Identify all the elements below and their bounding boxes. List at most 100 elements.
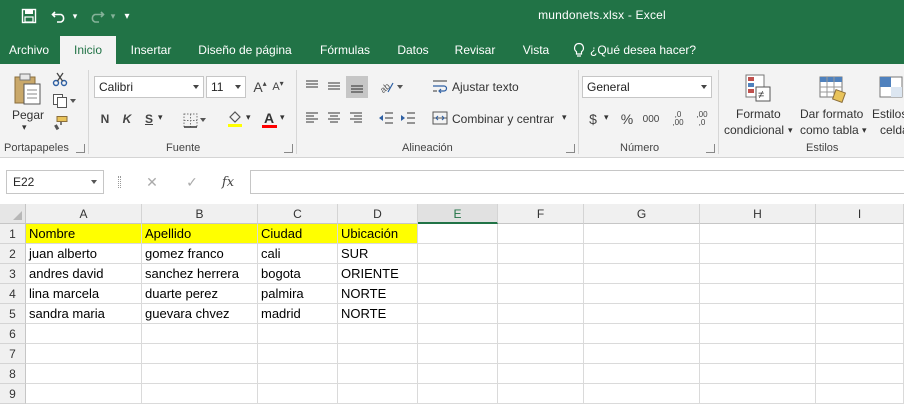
bold-button[interactable]: N — [96, 108, 114, 130]
tab-diseno-pagina[interactable]: Diseño de página — [188, 36, 302, 64]
table-cell[interactable]: ORIENTE — [338, 264, 418, 284]
align-center-icon[interactable] — [324, 108, 344, 128]
empty-cell[interactable] — [584, 344, 700, 364]
font-color-icon[interactable]: A — [258, 108, 280, 130]
empty-cell[interactable] — [700, 224, 816, 244]
merge-center-icon[interactable] — [430, 108, 450, 128]
cell-styles-label-1[interactable]: Estilos — [872, 107, 904, 121]
table-cell[interactable]: lina marcela — [26, 284, 142, 304]
empty-cell[interactable] — [584, 264, 700, 284]
table-cell[interactable]: andres david — [26, 264, 142, 284]
formula-bar-grip[interactable] — [118, 176, 121, 188]
row-header[interactable]: 9 — [0, 384, 26, 404]
table-cell[interactable]: duarte perez — [142, 284, 258, 304]
empty-cell[interactable] — [584, 364, 700, 384]
align-left-icon[interactable] — [302, 108, 322, 128]
tab-datos[interactable]: Datos — [388, 36, 438, 64]
empty-cell[interactable] — [700, 384, 816, 404]
row-header[interactable]: 5 — [0, 304, 26, 324]
empty-cell[interactable] — [338, 364, 418, 384]
empty-cell[interactable] — [498, 324, 584, 344]
cut-icon[interactable] — [50, 70, 70, 88]
conditional-format-label-1[interactable]: Formato — [736, 107, 781, 121]
table-cell[interactable]: sanchez herrera — [142, 264, 258, 284]
empty-cell[interactable] — [418, 244, 498, 264]
empty-cell[interactable] — [338, 384, 418, 404]
merge-dropdown-icon[interactable]: ▾ — [562, 112, 567, 123]
thousands-button[interactable]: 000 — [640, 108, 662, 130]
tab-formulas[interactable]: Fórmulas — [308, 36, 382, 64]
italic-button[interactable]: K — [118, 108, 136, 130]
empty-cell[interactable] — [700, 284, 816, 304]
empty-cell[interactable] — [258, 364, 338, 384]
tab-revisar[interactable]: Revisar — [444, 36, 506, 64]
underline-dropdown-icon[interactable]: ▾ — [158, 112, 163, 123]
tab-insertar[interactable]: Insertar — [120, 36, 182, 64]
select-all-button[interactable] — [0, 204, 26, 224]
empty-cell[interactable] — [700, 304, 816, 324]
table-header-cell[interactable]: Ubicación — [338, 224, 418, 244]
empty-cell[interactable] — [498, 304, 584, 324]
orientation-icon[interactable]: ab — [376, 76, 406, 98]
table-cell[interactable]: madrid — [258, 304, 338, 324]
column-header[interactable]: I — [816, 204, 904, 224]
increase-decimal-button[interactable]: ,0 ,00 — [668, 108, 688, 130]
currency-dropdown-icon[interactable]: ▾ — [604, 112, 609, 123]
empty-cell[interactable] — [142, 384, 258, 404]
table-header-cell[interactable]: Nombre — [26, 224, 142, 244]
column-header[interactable]: H — [700, 204, 816, 224]
empty-cell[interactable] — [142, 344, 258, 364]
row-header[interactable]: 6 — [0, 324, 26, 344]
empty-cell[interactable] — [584, 384, 700, 404]
empty-cell[interactable] — [418, 364, 498, 384]
table-cell[interactable]: NORTE — [338, 304, 418, 324]
number-format-combo[interactable]: General — [582, 76, 712, 98]
row-header[interactable]: 2 — [0, 244, 26, 264]
table-header-cell[interactable]: Apellido — [142, 224, 258, 244]
tab-vista[interactable]: Vista — [512, 36, 560, 64]
align-top-icon[interactable] — [302, 76, 322, 96]
name-box[interactable]: E22 — [6, 170, 104, 194]
cancel-icon[interactable]: ✕ — [140, 172, 164, 192]
empty-cell[interactable] — [584, 224, 700, 244]
table-cell[interactable]: palmira — [258, 284, 338, 304]
empty-cell[interactable] — [418, 284, 498, 304]
copy-icon[interactable] — [50, 92, 78, 110]
empty-cell[interactable] — [584, 244, 700, 264]
empty-cell[interactable] — [26, 364, 142, 384]
fill-color-icon[interactable] — [224, 108, 246, 130]
table-cell[interactable]: cali — [258, 244, 338, 264]
font-color-dropdown-icon[interactable]: ▾ — [280, 112, 285, 123]
percent-button[interactable]: % — [618, 108, 636, 130]
column-header[interactable]: C — [258, 204, 338, 224]
empty-cell[interactable] — [816, 284, 904, 304]
empty-cell[interactable] — [816, 264, 904, 284]
align-bottom-icon[interactable] — [346, 76, 368, 98]
paste-icon[interactable] — [8, 70, 46, 108]
empty-cell[interactable] — [498, 384, 584, 404]
empty-cell[interactable] — [26, 344, 142, 364]
empty-cell[interactable] — [816, 344, 904, 364]
empty-cell[interactable] — [584, 284, 700, 304]
underline-button[interactable]: S — [140, 108, 158, 130]
wrap-text-icon[interactable] — [430, 76, 450, 96]
conditional-format-icon[interactable]: ≠ — [742, 70, 774, 106]
format-as-table-label-1[interactable]: Dar formato — [800, 107, 863, 121]
shrink-font-icon[interactable]: A ▾ — [270, 76, 286, 98]
row-header[interactable]: 3 — [0, 264, 26, 284]
table-header-cell[interactable]: Ciudad — [258, 224, 338, 244]
empty-cell[interactable] — [418, 224, 498, 244]
empty-cell[interactable] — [700, 364, 816, 384]
font-name-combo[interactable]: Calibri — [94, 76, 204, 98]
clipboard-launcher-icon[interactable] — [76, 144, 85, 153]
conditional-format-dropdown-icon[interactable]: ▾ — [788, 125, 793, 136]
merge-center-label[interactable]: Combinar y centrar — [452, 112, 554, 126]
table-cell[interactable]: bogota — [258, 264, 338, 284]
empty-cell[interactable] — [700, 264, 816, 284]
empty-cell[interactable] — [258, 384, 338, 404]
empty-cell[interactable] — [700, 324, 816, 344]
table-cell[interactable]: guevara chvez — [142, 304, 258, 324]
cell-styles-label-2[interactable]: celda — [880, 123, 904, 137]
table-cell[interactable]: juan alberto — [26, 244, 142, 264]
decrease-decimal-button[interactable]: ,00 ,0 — [692, 108, 712, 130]
